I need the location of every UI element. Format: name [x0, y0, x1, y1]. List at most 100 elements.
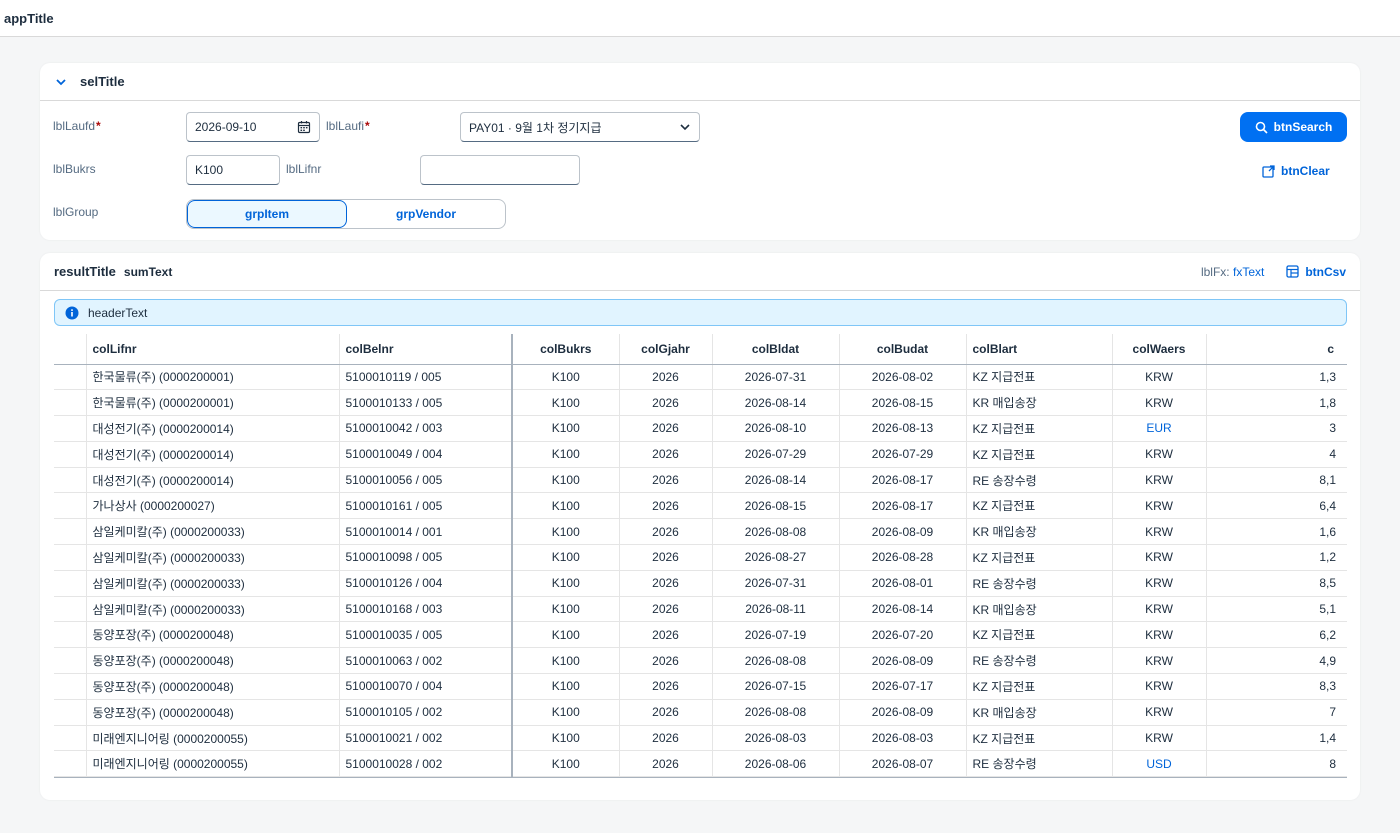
cell-belnr: 5100010021 / 002: [339, 725, 513, 752]
row-selector[interactable]: [54, 364, 87, 391]
cell-lifnr: 동양포장(주) (0000200048): [86, 673, 340, 700]
cell-waers: KRW: [1112, 596, 1207, 623]
table-row[interactable]: 동양포장(주) (0000200048) 5100010063 / 002 K100…: [54, 647, 1347, 675]
table-bottom-border: [54, 777, 1347, 778]
row-selector[interactable]: [54, 389, 87, 417]
chevron-down-icon[interactable]: [679, 121, 691, 133]
table-row[interactable]: 삼일케미칼(주) (0000200033) 5100010098 / 005 K10…: [54, 544, 1347, 571]
cell-belnr: 5100010014 / 001: [339, 518, 513, 546]
cell-amount: 4,9: [1206, 647, 1347, 675]
row-selector[interactable]: [54, 647, 87, 675]
cell-lifnr: 대성전기(주) (0000200014): [86, 415, 340, 442]
csv-button[interactable]: btnCsv: [1286, 265, 1346, 279]
cell-gjahr: 2026: [619, 415, 713, 442]
cell-budat: 2026-08-28: [839, 544, 967, 571]
row-selector[interactable]: [54, 415, 87, 442]
table-row[interactable]: 삼일케미칼(주) (0000200033) 5100010014 / 001 K10…: [54, 518, 1347, 546]
search-button[interactable]: btnSearch: [1240, 112, 1347, 142]
row-selector[interactable]: [54, 492, 87, 520]
table-row[interactable]: 가나상사 (0000200027) 5100010161 / 005 K100 202…: [54, 492, 1347, 520]
filter-title: selTitle: [80, 74, 125, 89]
column-header-blart[interactable]: colBlart: [966, 334, 1113, 365]
result-table-container[interactable]: colLifnr colBelnr colBukrs colGjahr colB…: [54, 334, 1347, 778]
cell-lifnr: 미래엔지니어링 (0000200055): [86, 750, 340, 778]
cell-gjahr: 2026: [619, 364, 713, 391]
column-header-waers[interactable]: colWaers: [1112, 334, 1207, 365]
lifnr-input[interactable]: [420, 155, 580, 185]
cell-lifnr: 한국물류(주) (0000200001): [86, 364, 340, 391]
cell-lifnr: 삼일케미칼(주) (0000200033): [86, 544, 340, 571]
cell-gjahr: 2026: [619, 492, 713, 520]
cell-gjahr: 2026: [619, 699, 713, 726]
cell-waers: KRW: [1112, 364, 1207, 391]
column-header-bukrs[interactable]: colBukrs: [512, 334, 620, 365]
row-selector[interactable]: [54, 621, 87, 649]
cell-gjahr: 2026: [619, 673, 713, 700]
column-header-lifnr[interactable]: colLifnr: [86, 334, 340, 365]
row-selector[interactable]: [54, 725, 87, 752]
table-row[interactable]: 대성전기(주) (0000200014) 5100010049 / 004 K100…: [54, 441, 1347, 468]
row-selector[interactable]: [54, 467, 87, 494]
cell-belnr: 5100010119 / 005: [339, 364, 513, 391]
cell-gjahr: 2026: [619, 725, 713, 752]
cell-blart: KR 매입송장: [966, 699, 1113, 726]
cell-blart: RE 송장수령: [966, 467, 1113, 494]
column-header-budat[interactable]: colBudat: [839, 334, 967, 365]
table-row[interactable]: 미래엔지니어링 (0000200055) 5100010028 / 002 K100…: [54, 750, 1347, 778]
cell-bldat: 2026-08-08: [712, 518, 840, 546]
cell-waers: KRW: [1112, 647, 1207, 675]
segment-grp-vendor[interactable]: grpVendor: [347, 200, 505, 228]
filter-panel-header[interactable]: selTitle: [40, 63, 1360, 101]
row-selector[interactable]: [54, 750, 87, 778]
filter-panel: selTitle lblLaufd* 2026-09-10 lblLaufi* …: [40, 63, 1360, 240]
row-selector[interactable]: [54, 596, 87, 623]
chevron-down-icon[interactable]: [54, 75, 68, 89]
cell-bukrs: K100: [512, 647, 620, 675]
cell-bldat: 2026-08-14: [712, 389, 840, 417]
cell-lifnr: 가나상사 (0000200027): [86, 492, 340, 520]
cell-bldat: 2026-08-11: [712, 596, 840, 623]
group-segmented-button[interactable]: grpItem grpVendor: [186, 199, 506, 229]
cell-blart: KR 매입송장: [966, 389, 1113, 417]
bukrs-input[interactable]: K100: [186, 155, 280, 185]
spreadsheet-icon: [1286, 265, 1299, 278]
sum-text: sumText: [123, 264, 173, 279]
cell-bldat: 2026-07-29: [712, 441, 840, 468]
group-label: lblGroup: [53, 205, 99, 219]
table-body: 한국물류(주) (0000200001) 5100010119 / 005 K100…: [54, 364, 1347, 778]
table-row[interactable]: 동양포장(주) (0000200048) 5100010070 / 004 K100…: [54, 673, 1347, 700]
table-row[interactable]: 미래엔지니어링 (0000200055) 5100010021 / 002 K100…: [54, 725, 1347, 752]
cell-waers: KRW: [1112, 725, 1207, 752]
calendar-icon[interactable]: [297, 120, 311, 134]
cell-amount: 1,4: [1206, 725, 1347, 752]
row-selector[interactable]: [54, 441, 87, 468]
table-row[interactable]: 한국물류(주) (0000200001) 5100010133 / 005 K100…: [54, 389, 1347, 417]
table-row[interactable]: 동양포장(주) (0000200048) 5100010105 / 002 K100…: [54, 699, 1347, 726]
column-header-amount[interactable]: c: [1206, 334, 1347, 365]
clear-button[interactable]: btnClear: [1262, 158, 1330, 184]
table-row[interactable]: 삼일케미칼(주) (0000200033) 5100010168 / 003 K10…: [54, 596, 1347, 623]
row-selector[interactable]: [54, 699, 87, 726]
cell-amount: 5,1: [1206, 596, 1347, 623]
table-row[interactable]: 삼일케미칼(주) (0000200033) 5100010126 / 004 K10…: [54, 570, 1347, 597]
table-header-row: colLifnr colBelnr colBukrs colGjahr colB…: [54, 334, 1347, 365]
segment-grp-item[interactable]: grpItem: [187, 200, 347, 228]
table-row[interactable]: 동양포장(주) (0000200048) 5100010035 / 005 K100…: [54, 621, 1347, 649]
row-selector[interactable]: [54, 570, 87, 597]
row-selector[interactable]: [54, 518, 87, 546]
column-header-belnr[interactable]: colBelnr: [339, 334, 513, 365]
cell-blart: RE 송장수령: [966, 647, 1113, 675]
table-row[interactable]: 대성전기(주) (0000200014) 5100010042 / 003 K100…: [54, 415, 1347, 442]
row-selector[interactable]: [54, 544, 87, 571]
column-header-gjahr[interactable]: colGjahr: [619, 334, 713, 365]
table-row[interactable]: 한국물류(주) (0000200001) 5100010119 / 005 K100…: [54, 364, 1347, 391]
laufd-date-input[interactable]: 2026-09-10: [186, 112, 320, 142]
cell-bldat: 2026-08-15: [712, 492, 840, 520]
table-row[interactable]: 대성전기(주) (0000200014) 5100010056 / 005 K100…: [54, 467, 1347, 494]
row-selector[interactable]: [54, 673, 87, 700]
laufi-select[interactable]: PAY01 · 9월 1차 정기지급: [460, 112, 700, 142]
cell-belnr: 5100010049 / 004: [339, 441, 513, 468]
cell-belnr: 5100010063 / 002: [339, 647, 513, 675]
column-header-bldat[interactable]: colBldat: [712, 334, 840, 365]
cell-gjahr: 2026: [619, 389, 713, 417]
